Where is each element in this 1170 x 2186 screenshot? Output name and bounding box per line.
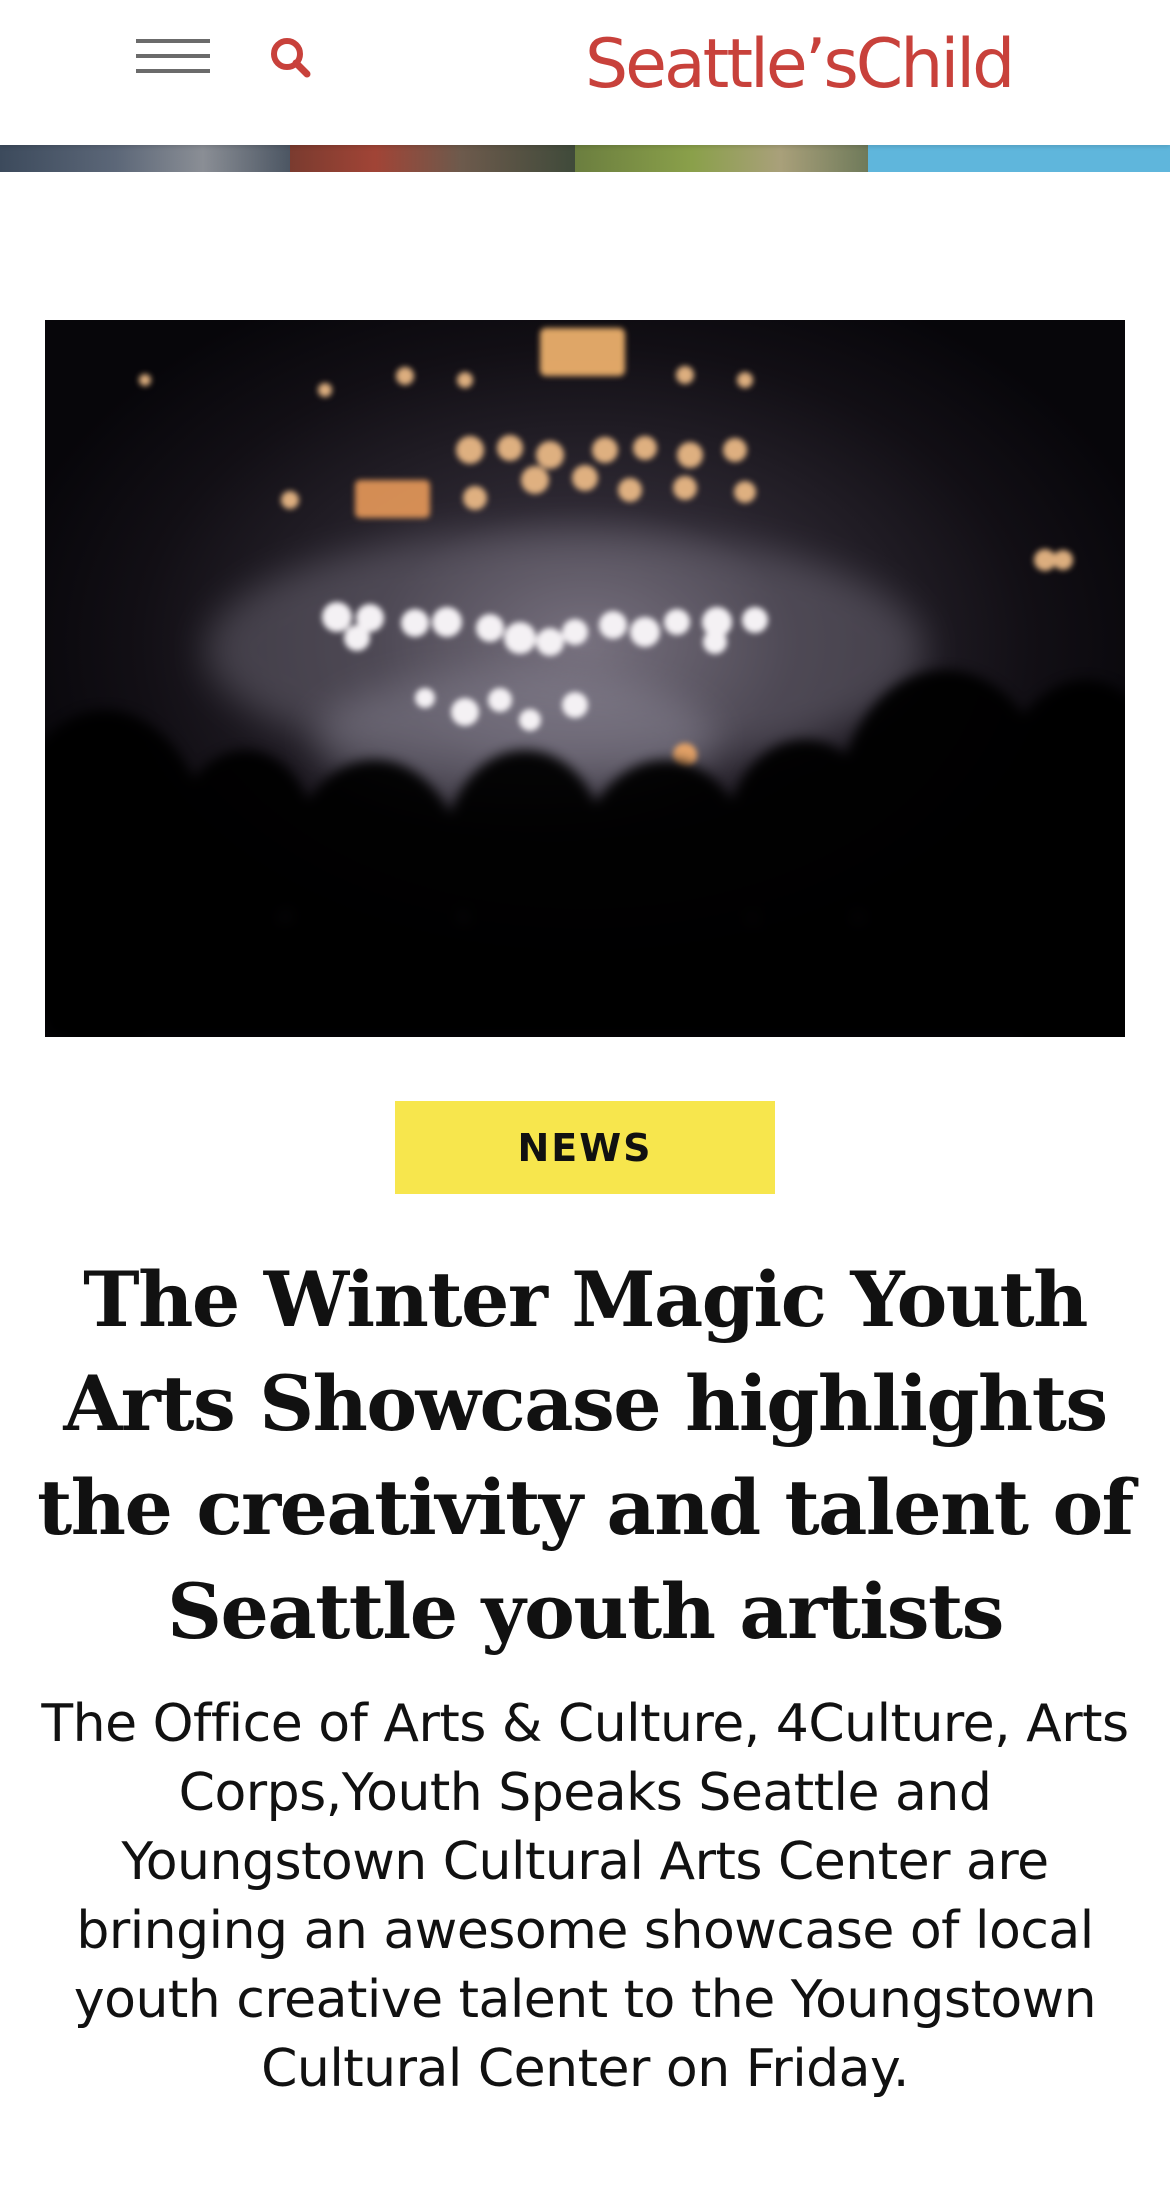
menu-bar [136,39,210,43]
banner-image-segment [868,145,1170,172]
search-icon[interactable] [262,30,320,86]
site-logo[interactable]: Seattle’sChild [585,20,1035,110]
article-summary: The Office of Arts & Culture, 4Culture, … [41,1694,1129,2099]
banner-image-segment [0,145,290,172]
category-label: NEWS [517,1125,653,1170]
hamburger-menu-icon[interactable] [128,30,212,86]
banner-image-segment [575,145,868,172]
category-badge[interactable]: NEWS [395,1101,775,1194]
menu-bar [136,54,210,58]
site-header: Seattle’sChild [0,0,1170,145]
header-banner-strip [0,145,1170,172]
article-headline: The Winter Magic Youth Arts Showcase hig… [37,1255,1134,1656]
logo-text: Seattle’sChild [585,25,1015,104]
menu-bar [136,69,210,73]
banner-image-segment [290,145,575,172]
hero-image [45,320,1125,1037]
